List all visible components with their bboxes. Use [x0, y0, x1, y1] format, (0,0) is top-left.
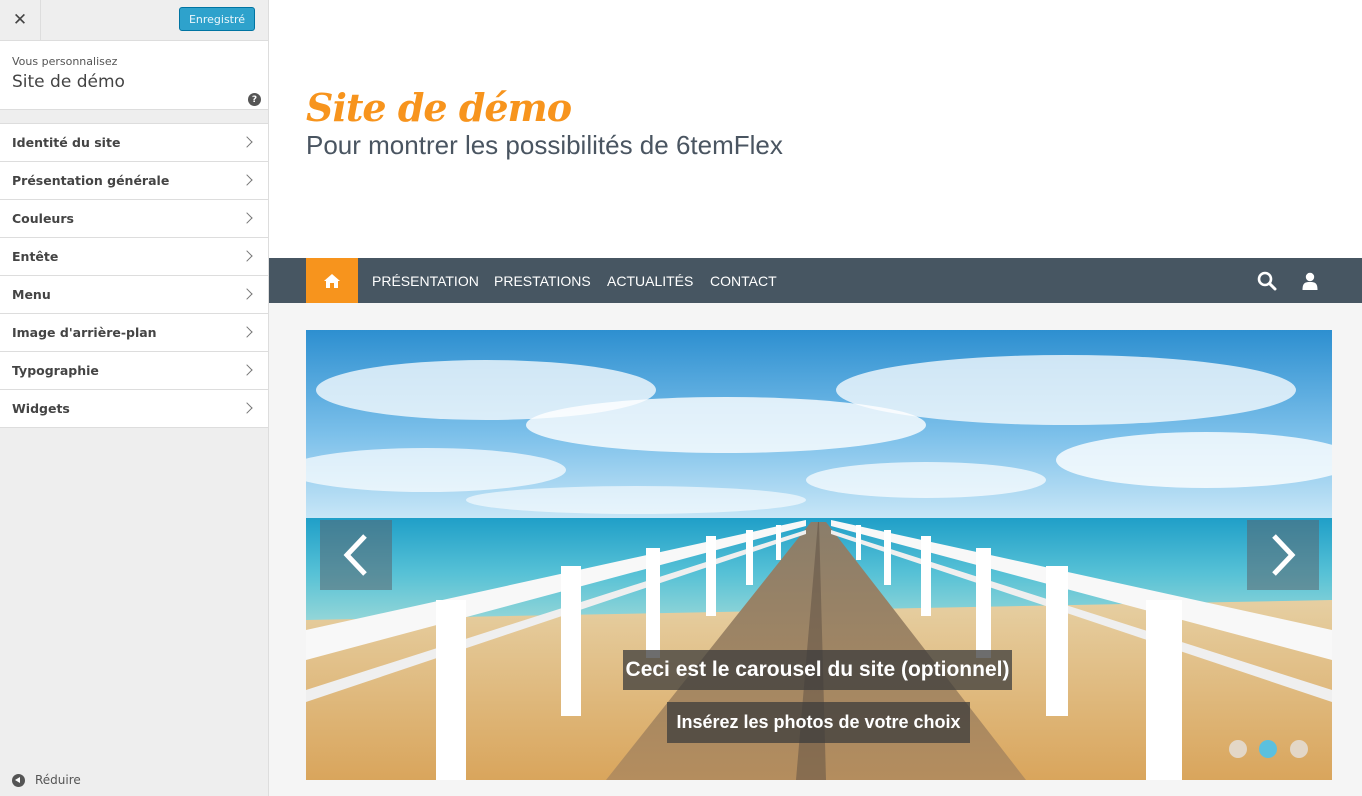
customizer-header: ✕ Enregistré	[0, 0, 268, 41]
section-background-image[interactable]: Image d'arrière-plan	[0, 314, 268, 352]
site-title[interactable]: Site de démo	[306, 85, 572, 130]
section-typography[interactable]: Typographie	[0, 352, 268, 390]
chevron-right-icon	[1272, 534, 1296, 576]
info-label: Vous personnalisez	[12, 55, 118, 68]
chevron-left-icon	[343, 534, 367, 576]
chevron-right-icon	[241, 174, 253, 186]
section-label: Typographie	[12, 363, 99, 378]
close-icon[interactable]: ✕	[0, 0, 41, 40]
user-icon[interactable]	[1295, 258, 1325, 303]
nav-link-actualites[interactable]: ACTUALITÉS	[607, 258, 693, 303]
section-site-identity[interactable]: Identité du site	[0, 124, 268, 162]
nav-link-contact[interactable]: CONTACT	[710, 258, 777, 303]
chevron-right-icon	[241, 212, 253, 224]
carousel-prev-button[interactable]	[320, 520, 392, 590]
search-icon[interactable]	[1252, 258, 1282, 303]
chevron-right-icon	[241, 136, 253, 148]
section-menu[interactable]: Menu	[0, 276, 268, 314]
save-button[interactable]: Enregistré	[179, 7, 255, 31]
nav-link-prestations[interactable]: PRESTATIONS	[494, 258, 591, 303]
section-widgets[interactable]: Widgets	[0, 390, 268, 428]
section-label: Entête	[12, 249, 59, 264]
section-list: Identité du site Présentation générale C…	[0, 123, 268, 428]
help-icon[interactable]: ?	[248, 93, 261, 106]
nav-link-presentation[interactable]: PRÉSENTATION	[372, 258, 479, 303]
section-general-layout[interactable]: Présentation générale	[0, 162, 268, 200]
customizer-info: Vous personnalisez Site de démo ?	[0, 41, 268, 110]
section-label: Menu	[12, 287, 51, 302]
site-header: Site de démo Pour montrer les possibilit…	[269, 0, 1362, 258]
chevron-right-icon	[241, 326, 253, 338]
section-label: Présentation générale	[12, 173, 170, 188]
carousel: Ceci est le carousel du site (optionnel)…	[306, 330, 1332, 780]
carousel-caption-text: Insérez les photos de votre choix	[667, 702, 970, 743]
chevron-right-icon	[241, 250, 253, 262]
main-nav: PRÉSENTATION PRESTATIONS ACTUALITÉS CONT…	[269, 258, 1362, 303]
section-colors[interactable]: Couleurs	[0, 200, 268, 238]
section-label: Widgets	[12, 401, 70, 416]
site-preview: Site de démo Pour montrer les possibilit…	[269, 0, 1362, 796]
carousel-dot-2-active[interactable]	[1259, 740, 1277, 758]
customizer-sidebar: ✕ Enregistré Vous personnalisez Site de …	[0, 0, 269, 796]
section-header[interactable]: Entête	[0, 238, 268, 276]
chevron-right-icon	[241, 288, 253, 300]
section-label: Image d'arrière-plan	[12, 325, 157, 340]
carousel-dot-1[interactable]	[1229, 740, 1247, 758]
section-label: Identité du site	[12, 135, 121, 150]
collapse-button[interactable]: Réduire	[12, 773, 81, 787]
section-label: Couleurs	[12, 211, 74, 226]
chevron-right-icon	[241, 364, 253, 376]
chevron-right-icon	[241, 402, 253, 414]
carousel-next-button[interactable]	[1247, 520, 1319, 590]
carousel-caption-title: Ceci est le carousel du site (optionnel)	[623, 650, 1012, 690]
site-tagline: Pour montrer les possibilités de 6temFle…	[306, 130, 783, 160]
collapse-arrow-icon	[12, 773, 25, 787]
info-title: Site de démo	[12, 72, 125, 92]
collapse-label: Réduire	[35, 773, 81, 787]
carousel-dot-3[interactable]	[1290, 740, 1308, 758]
home-icon[interactable]	[306, 258, 358, 303]
